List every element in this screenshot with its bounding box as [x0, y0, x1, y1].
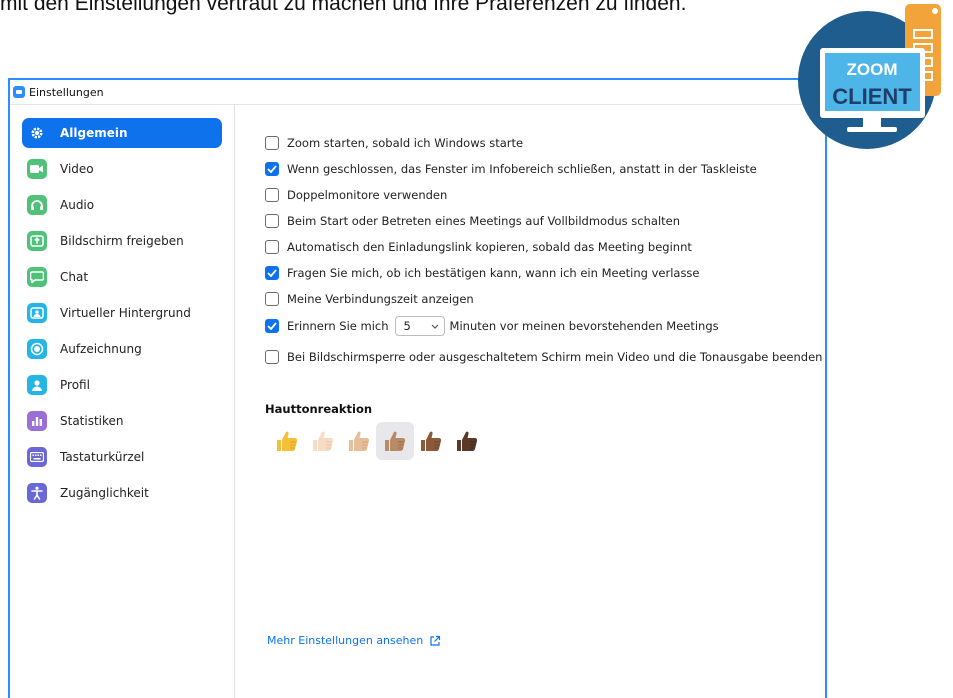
- thumbs-up-icon: [313, 431, 334, 451]
- video-camera-icon: [27, 159, 47, 179]
- option-start-with-windows[interactable]: Zoom starten, sobald ich Windows starte: [265, 136, 523, 150]
- sidebar-item-zugaenglichkeit[interactable]: Zugänglichkeit: [22, 478, 222, 508]
- settings-content: Zoom starten, sobald ich Windows starte …: [235, 104, 825, 698]
- settings-window: Einstellungen Allgemein Video Audio Bild…: [8, 78, 827, 698]
- option-confirm-leave[interactable]: Fragen Sie mich, ob ich bestätigen kann,…: [265, 266, 700, 280]
- sidebar-item-label: Allgemein: [60, 126, 128, 140]
- checkbox-checked[interactable]: [265, 266, 279, 280]
- thumbs-up-icon: [457, 431, 478, 451]
- skin-tone-option[interactable]: [340, 422, 378, 460]
- skin-tone-option[interactable]: [268, 422, 306, 460]
- sidebar-item-video[interactable]: Video: [22, 154, 222, 184]
- checkbox-checked[interactable]: [265, 319, 279, 333]
- sidebar-item-label: Virtueller Hintergrund: [60, 306, 191, 320]
- window-title: Einstellungen: [29, 85, 104, 99]
- checkbox[interactable]: [265, 350, 279, 364]
- chevron-down-icon: [431, 324, 438, 329]
- checkmark-icon: [267, 165, 277, 173]
- option-fullscreen-on-start[interactable]: Beim Start oder Betreten eines Meetings …: [265, 214, 680, 228]
- chat-bubble-icon: [27, 267, 47, 287]
- option-label: Wenn geschlossen, das Fenster im Infober…: [287, 162, 757, 176]
- checkbox[interactable]: [265, 214, 279, 228]
- skin-tone-option[interactable]: [304, 422, 342, 460]
- statistics-icon: [27, 411, 47, 431]
- option-stop-on-screenlock[interactable]: Bei Bildschirmsperre oder ausgeschaltete…: [265, 350, 822, 364]
- virtual-background-icon: [27, 303, 47, 323]
- option-label: Meine Verbindungszeit anzeigen: [287, 292, 474, 306]
- skin-tone-option[interactable]: [448, 422, 486, 460]
- option-label: Zoom starten, sobald ich Windows starte: [287, 136, 524, 150]
- checkbox-checked[interactable]: [265, 162, 279, 176]
- settings-sidebar: Allgemein Video Audio Bildschirm freigeb…: [10, 104, 235, 698]
- checkbox[interactable]: [265, 188, 279, 202]
- thumbs-up-icon: [421, 431, 442, 451]
- checkbox[interactable]: [265, 240, 279, 254]
- option-label: Beim Start oder Betreten eines Meetings …: [287, 214, 681, 228]
- option-close-to-tray[interactable]: Wenn geschlossen, das Fenster im Infober…: [265, 162, 757, 176]
- sidebar-item-audio[interactable]: Audio: [22, 190, 222, 220]
- thumbs-up-icon: [349, 431, 370, 451]
- sidebar-item-label: Profil: [60, 378, 90, 392]
- checkbox[interactable]: [265, 292, 279, 306]
- sidebar-item-aufzeichnung[interactable]: Aufzeichnung: [22, 334, 222, 364]
- sidebar-item-virtueller-hintergrund[interactable]: Virtueller Hintergrund: [22, 298, 222, 328]
- sidebar-item-label: Tastaturkürzel: [60, 450, 145, 464]
- option-copy-invite-link[interactable]: Automatisch den Einladungslink kopieren,…: [265, 240, 692, 254]
- sidebar-item-label: Audio: [60, 198, 95, 212]
- checkmark-icon: [267, 322, 277, 330]
- headphones-icon: [27, 195, 47, 215]
- thumbs-up-icon: [277, 431, 298, 451]
- minutes-select[interactable]: 5: [394, 316, 445, 336]
- sidebar-item-label: Statistiken: [60, 414, 124, 428]
- sidebar-item-bildschirm-freigeben[interactable]: Bildschirm freigeben: [22, 226, 222, 256]
- sidebar-item-tastaturkuerzel[interactable]: Tastaturkürzel: [22, 442, 222, 472]
- skin-tone-picker: [268, 422, 484, 460]
- checkmark-icon: [267, 269, 277, 277]
- sidebar-item-label: Zugänglichkeit: [60, 486, 149, 500]
- badge-line2: CLIENT: [832, 84, 912, 109]
- external-link-icon: [430, 635, 441, 646]
- thumbs-up-icon: [385, 431, 406, 451]
- skin-tone-option-selected[interactable]: [376, 422, 414, 460]
- skin-tone-option[interactable]: [412, 422, 450, 460]
- more-settings-link[interactable]: Mehr Einstellungen ansehen: [267, 634, 441, 647]
- more-settings-label: Mehr Einstellungen ansehen: [267, 634, 424, 647]
- badge-line1: ZOOM: [847, 60, 898, 79]
- option-label: Fragen Sie mich, ob ich bestätigen kann,…: [287, 266, 700, 280]
- option-remind-meetings: Erinnern Sie mich 5 Minuten vor meinen b…: [265, 316, 719, 336]
- sidebar-item-label: Bildschirm freigeben: [60, 234, 184, 248]
- checkbox[interactable]: [265, 136, 279, 150]
- sidebar-item-chat[interactable]: Chat: [22, 262, 222, 292]
- record-icon: [27, 339, 47, 359]
- option-dual-monitors[interactable]: Doppelmonitore verwenden: [265, 188, 447, 202]
- accessibility-icon: [27, 483, 47, 503]
- share-screen-icon: [27, 231, 47, 251]
- option-show-connection-time[interactable]: Meine Verbindungszeit anzeigen: [265, 292, 474, 306]
- minutes-value: 5: [403, 319, 411, 333]
- skin-tone-title: Hauttonreaktion: [265, 402, 373, 416]
- article-text: mit den Einstellungen vertraut zu machen…: [0, 0, 687, 15]
- sidebar-item-statistiken[interactable]: Statistiken: [22, 406, 222, 436]
- option-label: Minuten vor meinen bevorstehenden Meetin…: [449, 319, 719, 333]
- sidebar-item-label: Aufzeichnung: [60, 342, 142, 356]
- option-label: Automatisch den Einladungslink kopieren,…: [287, 240, 692, 254]
- sidebar-item-label: Chat: [60, 270, 89, 284]
- sidebar-item-allgemein[interactable]: Allgemein: [22, 118, 222, 148]
- option-label: Doppelmonitore verwenden: [287, 188, 448, 202]
- sidebar-item-label: Video: [60, 162, 94, 176]
- option-label: Erinnern Sie mich: [287, 319, 389, 333]
- title-bar: Einstellungen: [10, 80, 825, 105]
- profile-icon: [27, 375, 47, 395]
- keyboard-icon: [27, 447, 47, 467]
- sidebar-item-profil[interactable]: Profil: [22, 370, 222, 400]
- zoom-app-icon: [13, 86, 25, 98]
- option-label: Bei Bildschirmsperre oder ausgeschaltete…: [287, 350, 823, 364]
- zoom-client-badge: ZOOM CLIENT: [798, 4, 941, 149]
- gear-icon: [27, 123, 47, 143]
